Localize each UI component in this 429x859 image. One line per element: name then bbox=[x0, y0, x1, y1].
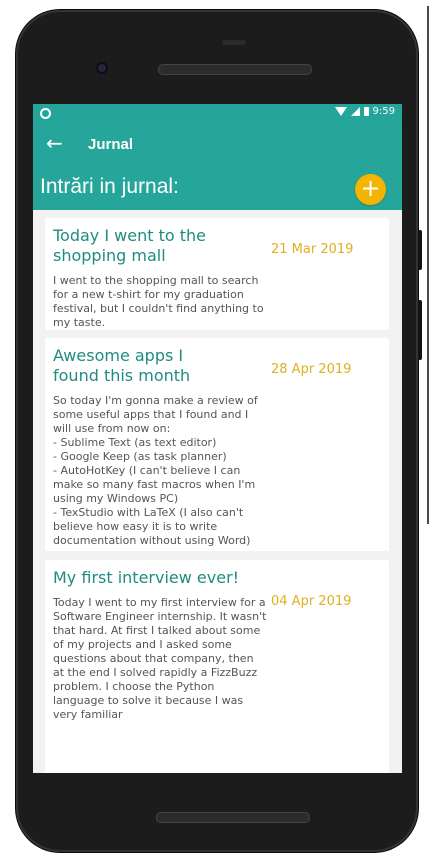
nav-back-icon[interactable] bbox=[94, 734, 104, 746]
journal-header: Intrări in jurnal: + bbox=[33, 165, 402, 210]
journal-entry-card[interactable]: Today I went to the shopping mall 21 Mar… bbox=[45, 218, 389, 330]
entry-title: Today I went to the shopping mall bbox=[53, 226, 206, 265]
entry-title: Awesome apps I found this month bbox=[53, 346, 191, 385]
wifi-icon bbox=[334, 107, 347, 116]
status-bar: 9:59 bbox=[33, 104, 402, 123]
entries-list[interactable]: Today I went to the shopping mall 21 Mar… bbox=[33, 210, 402, 773]
volume-button[interactable] bbox=[418, 300, 422, 360]
power-button[interactable] bbox=[418, 230, 422, 270]
front-camera-icon bbox=[96, 62, 108, 74]
entry-date: 21 Mar 2019 bbox=[271, 242, 354, 257]
entry-body: I went to the shopping mall to search fo… bbox=[53, 274, 264, 329]
nav-home-icon[interactable] bbox=[211, 735, 223, 747]
toolbar: ← Jurnal bbox=[33, 123, 402, 167]
proximity-sensor bbox=[222, 40, 246, 45]
navigation-bar bbox=[33, 719, 402, 763]
status-icons: 9:59 bbox=[334, 106, 395, 117]
entry-title: My first interview ever! bbox=[53, 568, 240, 587]
back-arrow-icon[interactable]: ← bbox=[46, 133, 63, 153]
journal-entry-card[interactable]: Awesome apps I found this month 28 Apr 2… bbox=[45, 338, 389, 551]
signal-icon bbox=[350, 107, 360, 116]
entry-date: 28 Apr 2019 bbox=[271, 362, 352, 377]
bottom-speaker bbox=[156, 812, 310, 823]
app-screen: 9:59 ← Jurnal Intrări in jurnal: + Today… bbox=[33, 104, 402, 773]
entry-body: Today I went to my first interview for a… bbox=[53, 596, 267, 721]
entry-date: 04 Apr 2019 bbox=[271, 594, 352, 609]
page-title: Intrări in jurnal: bbox=[40, 175, 179, 198]
notification-icon bbox=[40, 108, 51, 119]
nav-recents-icon[interactable] bbox=[327, 735, 338, 746]
battery-icon bbox=[363, 107, 369, 116]
entry-body: So today I'm gonna make a review of some… bbox=[53, 394, 258, 547]
add-entry-button[interactable]: + bbox=[355, 174, 386, 205]
earpiece-speaker bbox=[158, 64, 312, 75]
status-time: 9:59 bbox=[372, 106, 395, 117]
toolbar-title: Jurnal bbox=[88, 136, 134, 153]
